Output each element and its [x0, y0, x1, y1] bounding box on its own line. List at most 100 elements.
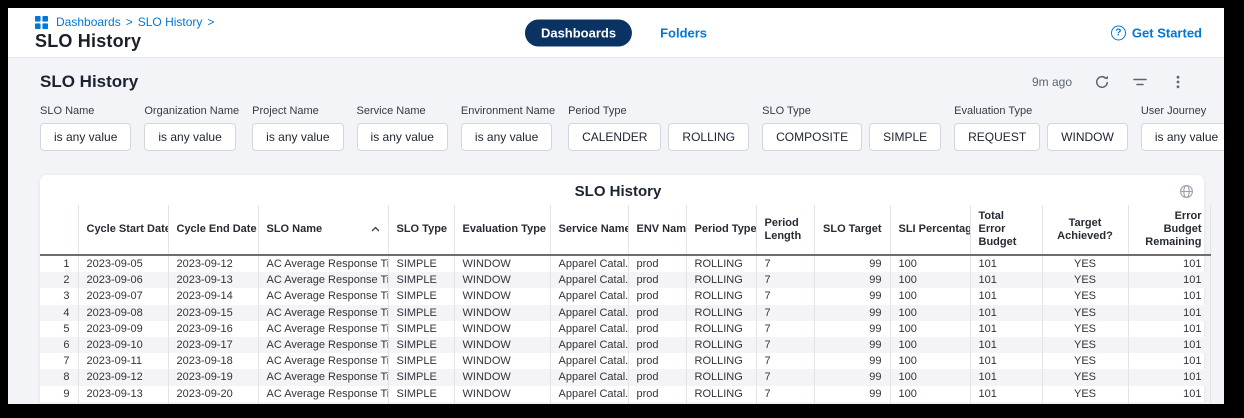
row-number-cell: 8 [40, 369, 78, 385]
table-cell: 101 [1128, 255, 1210, 272]
filter-chip[interactable]: is any value [252, 123, 343, 151]
filter-chip[interactable]: REQUEST [954, 123, 1040, 151]
filters-toggle-icon[interactable] [1132, 74, 1148, 90]
column-header[interactable]: Period Type [686, 205, 756, 255]
table-cell: ROLLING [686, 337, 756, 353]
table-cell: 7 [756, 353, 814, 369]
table-cell: 99 [814, 337, 890, 353]
table-cell: SIMPLE [388, 321, 454, 337]
table-cell: AC Average Response Time [258, 337, 388, 353]
filter-chip[interactable]: ROLLING [668, 123, 749, 151]
table-cell: SIMPLE [388, 337, 454, 353]
column-header[interactable]: ENV Name [628, 205, 686, 255]
table-cell: AC Average Response Time [258, 353, 388, 369]
table-cell: WINDOW [454, 272, 550, 288]
table-row[interactable]: 92023-09-132023-09-20AC Average Response… [40, 386, 1210, 402]
tab-folders[interactable]: Folders [660, 25, 707, 40]
table-cell: 99 [814, 369, 890, 385]
table-cell: SIMPLE [388, 288, 454, 304]
table-cell: WINDOW [454, 386, 550, 402]
table-row[interactable]: 62023-09-102023-09-17AC Average Response… [40, 337, 1210, 353]
table-cell: 2023-09-10 [78, 337, 168, 353]
column-header[interactable]: Period Length [756, 205, 814, 255]
filter-group: SLO Name is any value [40, 105, 131, 151]
column-header[interactable]: SLO Target [814, 205, 890, 255]
table-cell: prod [628, 353, 686, 369]
table-row[interactable]: 52023-09-092023-09-16AC Average Response… [40, 321, 1210, 337]
column-header[interactable]: SLO Type [388, 205, 454, 255]
filter-chip[interactable]: is any value [461, 123, 552, 151]
table-cell: prod [628, 255, 686, 272]
table-row[interactable]: 72023-09-112023-09-18AC Average Response… [40, 353, 1210, 369]
table-cell: prod [628, 402, 686, 404]
table-cell: Apparel Catal... [550, 272, 628, 288]
column-header[interactable]: Error Budget Remaining [1128, 205, 1210, 255]
column-header[interactable] [40, 205, 78, 255]
column-header[interactable]: Cycle End Date [168, 205, 258, 255]
table-cell: ROLLING [686, 255, 756, 272]
dashboard-toolbar: 9m ago [1032, 74, 1204, 90]
table-cell: SIMPLE [388, 369, 454, 385]
row-number-cell: 3 [40, 288, 78, 304]
column-header[interactable]: SLO Name [258, 205, 388, 255]
table-cell: AC Average Response Time [258, 272, 388, 288]
tab-dashboards[interactable]: Dashboards [525, 19, 632, 46]
filter-chip[interactable]: SIMPLE [869, 123, 941, 151]
column-header[interactable]: SLI Percentage [890, 205, 970, 255]
table-cell: AC Average Response Time [258, 386, 388, 402]
filter-chip[interactable]: is any value [144, 123, 235, 151]
table-row[interactable]: 102023-09-142023-09-21AC Average Respons… [40, 402, 1210, 404]
column-header[interactable]: Target Achieved? [1042, 205, 1128, 255]
filter-chip[interactable]: COMPOSITE [762, 123, 862, 151]
table-row[interactable]: 42023-09-082023-09-15AC Average Response… [40, 305, 1210, 321]
table-cell: 101 [1128, 272, 1210, 288]
filter-label: Period Type [568, 105, 749, 117]
breadcrumb-item-slo-history[interactable]: SLO History [138, 15, 203, 29]
filter-chip[interactable]: is any value [357, 123, 448, 151]
table-row[interactable]: 22023-09-062023-09-13AC Average Response… [40, 272, 1210, 288]
table-cell: SIMPLE [388, 386, 454, 402]
column-header[interactable]: Service Name [550, 205, 628, 255]
table-cell: AC Average Response Time [258, 321, 388, 337]
filter-chip[interactable]: CALENDER [568, 123, 661, 151]
column-header[interactable]: Total Error Budget [970, 205, 1042, 255]
table-cell: WINDOW [454, 305, 550, 321]
app-window: Dashboards > SLO History > SLO History D… [8, 8, 1224, 404]
table-cell: SIMPLE [388, 402, 454, 404]
refresh-icon[interactable] [1094, 74, 1110, 90]
filter-chip[interactable]: is any value [40, 123, 131, 151]
more-options-kebab-icon[interactable] [1170, 74, 1186, 90]
table-cell: 2023-09-13 [168, 272, 258, 288]
filter-label: Environment Name [461, 105, 555, 117]
table-cell: 101 [1128, 337, 1210, 353]
table-row[interactable]: 12023-09-052023-09-12AC Average Response… [40, 255, 1210, 272]
table-cell: 101 [1128, 321, 1210, 337]
table-row[interactable]: 32023-09-072023-09-14AC Average Response… [40, 288, 1210, 304]
table-cell: YES [1042, 272, 1128, 288]
row-number-cell: 10 [40, 402, 78, 404]
table-cell: Apparel Catal... [550, 305, 628, 321]
filter-chip[interactable]: WINDOW [1047, 123, 1128, 151]
column-header[interactable]: Cycle Start Date [78, 205, 168, 255]
table-cell: ROLLING [686, 305, 756, 321]
table-cell: ROLLING [686, 272, 756, 288]
column-header[interactable]: Evaluation Type [454, 205, 550, 255]
filter-label: SLO Name [40, 105, 131, 117]
table-cell: YES [1042, 369, 1128, 385]
table-cell: Apparel Catal... [550, 402, 628, 404]
globe-icon[interactable] [1179, 184, 1194, 199]
table-cell: 101 [970, 402, 1042, 404]
table-cell: Apparel Catal... [550, 369, 628, 385]
filter-group: Project Nameis any value [252, 105, 343, 151]
table-cell: 99 [814, 402, 890, 404]
table-cell: 7 [756, 255, 814, 272]
table-cell: SIMPLE [388, 255, 454, 272]
table-row[interactable]: 82023-09-122023-09-19AC Average Response… [40, 369, 1210, 385]
table-cell: 7 [756, 272, 814, 288]
filter-chip[interactable]: is any value [1141, 123, 1224, 151]
breadcrumb-item-dashboards[interactable]: Dashboards [56, 15, 121, 29]
filter-group: Organization Nameis any value [144, 105, 239, 151]
table-cell: prod [628, 288, 686, 304]
table-cell: 101 [970, 369, 1042, 385]
get-started-link[interactable]: ? Get Started [1111, 25, 1202, 40]
